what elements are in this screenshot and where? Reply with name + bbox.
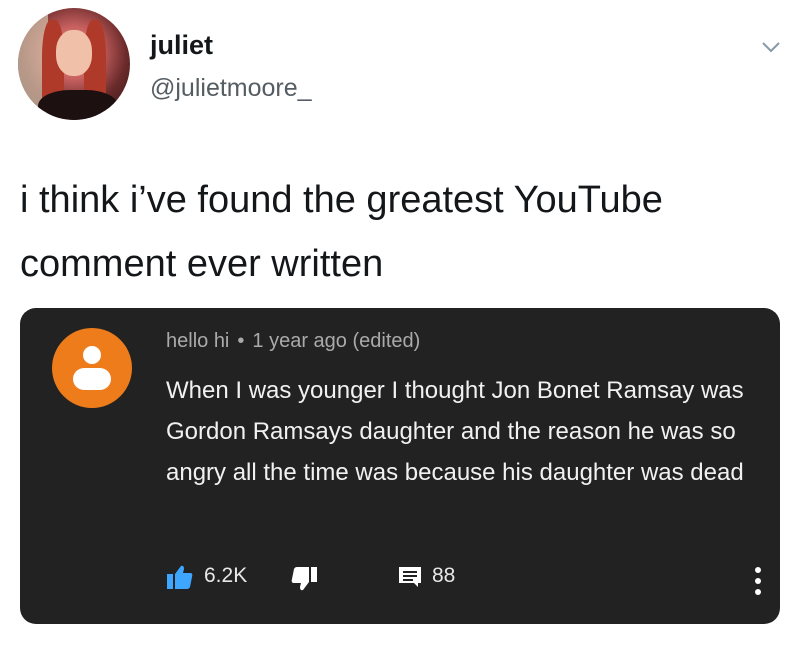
comment-author[interactable]: hello hi [166, 330, 229, 352]
thumbs-down-icon[interactable] [290, 566, 318, 592]
comment-time[interactable]: 1 year ago (edited) [252, 330, 420, 352]
tweet-header: juliet @julietmoore_ [18, 8, 788, 120]
comment-icon[interactable] [398, 566, 422, 588]
meta-separator: • [237, 330, 245, 352]
more-vertical-icon[interactable] [754, 566, 762, 596]
avatar-head-shape [83, 346, 101, 364]
comment-meta: hello hi • 1 year ago (edited) [166, 330, 420, 353]
comment-body: When I was younger I thought Jon Bonet R… [166, 377, 744, 486]
tweet-text-line-2: comment ever written [20, 243, 384, 285]
youtube-comment-card: hello hi • 1 year ago (edited) When I was … [20, 308, 780, 624]
tweet-text-line-1: i think i’ve found the greatest YouTube [20, 179, 663, 221]
thumbs-up-icon[interactable] [166, 564, 194, 590]
reply-count: 88 [432, 564, 456, 587]
comment-actions: 6.2K 88 [166, 560, 766, 594]
commenter-avatar[interactable] [52, 328, 132, 408]
avatar-body [38, 90, 118, 120]
avatar-face [56, 30, 92, 76]
display-name[interactable]: juliet [150, 30, 213, 61]
avatar-shoulders-shape [73, 368, 111, 390]
tweet-text: i think i’ve found the greatest YouTube … [20, 168, 790, 296]
user-handle[interactable]: @julietmoore_ [150, 74, 312, 103]
avatar[interactable] [18, 8, 130, 120]
chevron-down-icon[interactable] [760, 36, 782, 58]
like-count: 6.2K [204, 564, 248, 587]
